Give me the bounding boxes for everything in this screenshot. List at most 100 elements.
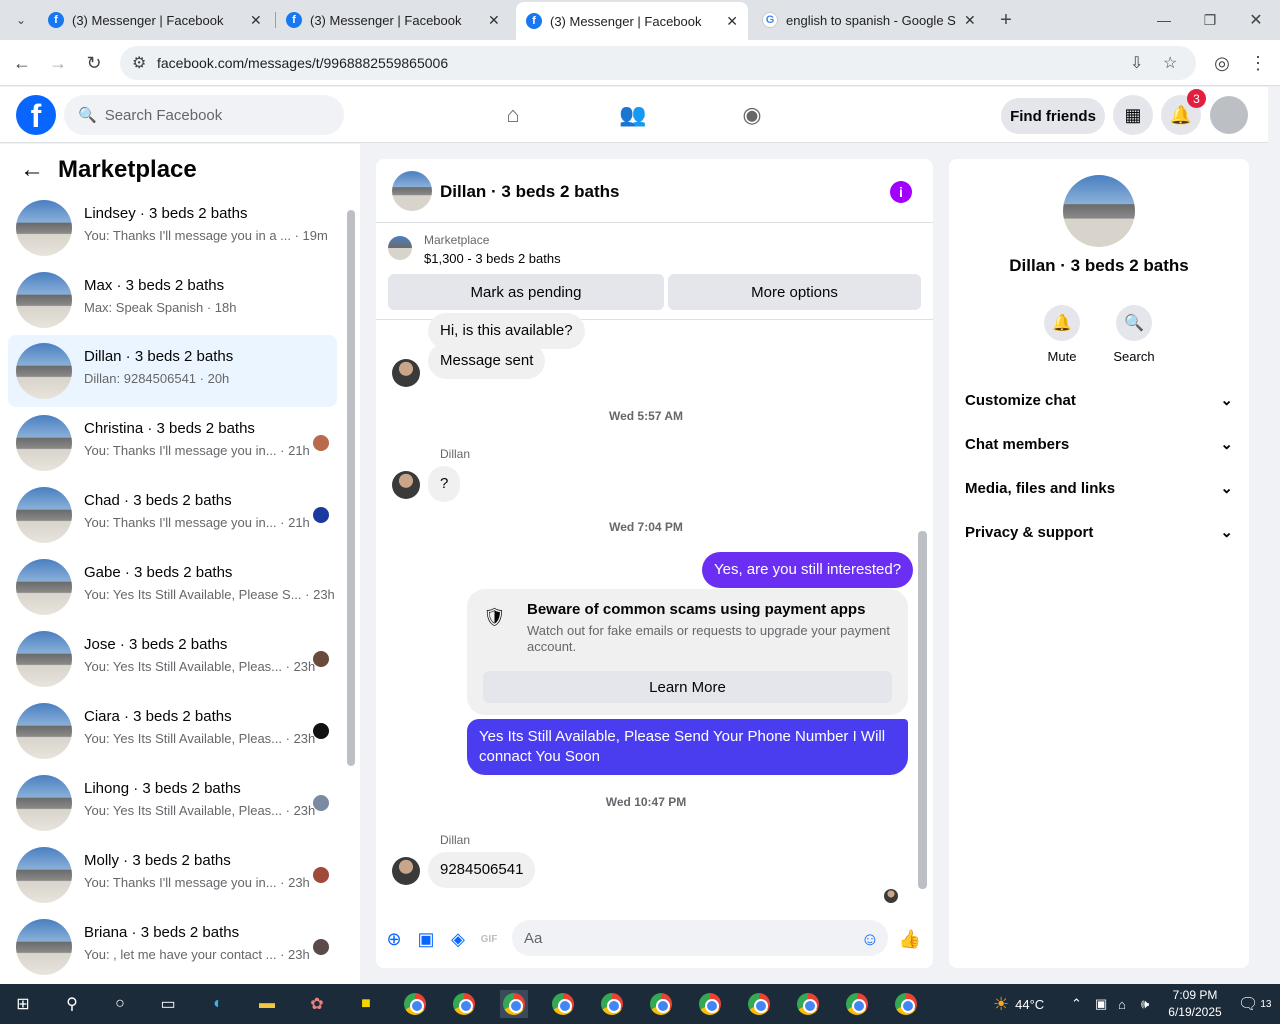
home-icon[interactable]: ⌂ <box>497 99 529 131</box>
sticker-icon[interactable]: ◈ <box>447 928 469 950</box>
tab-search-icon[interactable]: ⌄ <box>8 7 34 33</box>
message-input[interactable]: Aa <box>512 920 888 956</box>
app-icon[interactable]: ✿ <box>303 990 331 1018</box>
listing-thumbnail[interactable] <box>388 236 412 260</box>
sticky-notes-icon[interactable]: ■ <box>352 990 380 1018</box>
search-in-chat-button[interactable]: 🔍 Search <box>1104 305 1164 364</box>
chrome-icon[interactable] <box>647 990 675 1018</box>
forward-icon[interactable]: → <box>45 50 71 76</box>
conversation-item[interactable]: Lindsey · 3 beds 2 baths You: Thanks I'l… <box>8 192 337 264</box>
sender-name: Dillan <box>440 833 471 847</box>
emoji-icon[interactable]: ☺ <box>859 928 881 950</box>
close-tab-icon[interactable]: ✕ <box>964 12 976 29</box>
url-field[interactable]: ⚙ facebook.com/messages/t/99688825598650… <box>120 46 1196 80</box>
listing-price[interactable]: $1,300 - 3 beds 2 baths <box>424 251 561 266</box>
browser-tab-1[interactable]: f (3) Messenger | Facebook ✕ <box>38 0 274 40</box>
chat-title[interactable]: Dillan · 3 beds 2 baths <box>440 182 620 202</box>
mute-button[interactable]: 🔔 Mute <box>1032 305 1092 364</box>
clock[interactable]: 7:09 PM 6/19/2025 <box>1160 987 1230 1021</box>
chrome-icon[interactable] <box>794 990 822 1018</box>
friends-icon[interactable]: 👥 <box>617 99 649 131</box>
privacy-support-section[interactable]: Privacy & support ⌄ <box>965 512 1233 552</box>
menu-grid-icon[interactable]: ▦ <box>1113 95 1153 135</box>
chat-avatar[interactable] <box>392 171 432 211</box>
cortana-icon[interactable]: ○ <box>106 990 134 1018</box>
search-icon[interactable]: ⚲ <box>58 990 86 1018</box>
minimize-icon[interactable]: — <box>1151 7 1177 33</box>
sidebar-scrollbar[interactable] <box>347 210 355 766</box>
bookmark-star-icon[interactable]: ☆ <box>1163 46 1177 80</box>
windows-start-icon[interactable]: ⊞ <box>9 990 37 1018</box>
sender-avatar[interactable] <box>392 471 420 499</box>
profile-avatar[interactable] <box>1063 175 1135 247</box>
sender-avatar[interactable] <box>392 857 420 885</box>
conversation-item-selected[interactable]: Dillan · 3 beds 2 baths Dillan: 92845065… <box>8 335 337 407</box>
profile-icon[interactable]: ◎ <box>1209 50 1235 76</box>
network-icon[interactable]: ▣ <box>1095 984 1107 1024</box>
conversation-item[interactable]: Max · 3 beds 2 baths Max: Speak Spanish … <box>8 264 337 336</box>
browser-tab-4[interactable]: G english to spanish - Google Search ✕ <box>752 0 988 40</box>
reload-icon[interactable]: ↻ <box>81 50 107 76</box>
conversation-item[interactable]: Chad · 3 beds 2 baths You: Thanks I'll m… <box>8 479 337 551</box>
chrome-icon[interactable] <box>500 990 528 1018</box>
notification-center-icon[interactable]: 🗨 13 <box>1238 984 1271 1024</box>
conversation-item[interactable]: Molly · 3 beds 2 baths You: Thanks I'll … <box>8 839 337 911</box>
account-avatar[interactable] <box>1210 96 1248 134</box>
edge-icon[interactable]: ◐ <box>204 990 232 1018</box>
task-view-icon[interactable]: ▭ <box>154 990 182 1018</box>
message-bubble-incoming: 9284506541 <box>428 852 536 888</box>
wifi-icon[interactable]: ⌂ <box>1118 984 1126 1024</box>
facebook-search-input[interactable]: 🔍 Search Facebook <box>64 95 344 135</box>
customize-chat-section[interactable]: Customize chat ⌄ <box>965 380 1233 420</box>
mark-as-pending-button[interactable]: Mark as pending <box>388 274 664 310</box>
chrome-icon[interactable] <box>598 990 626 1018</box>
back-icon[interactable]: ← <box>9 50 35 76</box>
volume-icon[interactable]: 🕪 <box>1141 984 1149 1024</box>
tray-chevron-icon[interactable]: ⌃ <box>1071 984 1082 1024</box>
chrome-icon[interactable] <box>549 990 577 1018</box>
like-thumb-icon[interactable]: 👍 <box>899 928 921 950</box>
menu-dots-icon[interactable]: ⋮ <box>1245 50 1271 76</box>
learn-more-button[interactable]: Learn More <box>483 671 892 703</box>
sender-avatar[interactable] <box>392 359 420 387</box>
restore-icon[interactable]: ❐ <box>1197 7 1223 33</box>
conversation-item[interactable]: Ciara · 3 beds 2 baths You: Yes Its Stil… <box>8 695 337 767</box>
media-files-links-section[interactable]: Media, files and links ⌄ <box>965 468 1233 508</box>
groups-icon[interactable]: ◉ <box>736 99 768 131</box>
conversation-item[interactable]: Briana · 3 beds 2 baths You: , let me ha… <box>8 911 337 983</box>
chrome-icon[interactable] <box>401 990 429 1018</box>
conversation-item[interactable]: Gabe · 3 beds 2 baths You: Yes Its Still… <box>8 551 337 623</box>
new-tab-icon[interactable]: + <box>993 7 1019 33</box>
close-window-icon[interactable]: ✕ <box>1243 7 1269 33</box>
close-tab-icon[interactable]: ✕ <box>250 12 262 29</box>
plus-icon[interactable]: ⊕ <box>383 928 405 950</box>
close-tab-icon[interactable]: ✕ <box>726 13 738 30</box>
gif-icon[interactable]: GIF <box>478 928 500 950</box>
chat-members-section[interactable]: Chat members ⌄ <box>965 424 1233 464</box>
browser-tab-3-active[interactable]: f (3) Messenger | Facebook ✕ <box>516 2 748 40</box>
find-friends-button[interactable]: Find friends <box>1001 98 1105 134</box>
close-tab-icon[interactable]: ✕ <box>488 12 500 29</box>
thread-scrollbar[interactable] <box>918 531 927 889</box>
search-icon: 🔍 <box>78 107 97 124</box>
site-info-icon[interactable]: ⚙ <box>132 46 146 80</box>
info-icon[interactable]: i <box>890 181 912 203</box>
chrome-icon[interactable] <box>892 990 920 1018</box>
chrome-icon[interactable] <box>696 990 724 1018</box>
conversation-item[interactable]: Lihong · 3 beds 2 baths You: Yes Its Sti… <box>8 767 337 839</box>
file-explorer-icon[interactable]: ▬ <box>253 990 281 1018</box>
weather-widget[interactable]: ☀ 44°C <box>993 984 1044 1024</box>
back-arrow-icon[interactable]: ← <box>20 156 44 184</box>
message-placeholder: Aa <box>524 929 543 947</box>
chrome-icon[interactable] <box>450 990 478 1018</box>
conversation-item[interactable]: Jose · 3 beds 2 baths You: Yes Its Still… <box>8 623 337 695</box>
chrome-icon[interactable] <box>843 990 871 1018</box>
address-bar-row: ← → ↻ ⚙ facebook.com/messages/t/99688825… <box>0 40 1280 86</box>
more-options-button[interactable]: More options <box>668 274 921 310</box>
conversation-item[interactable]: Christina · 3 beds 2 baths You: Thanks I… <box>8 407 337 479</box>
install-app-icon[interactable]: ⇩ <box>1130 46 1143 80</box>
photo-icon[interactable]: ▣ <box>415 928 437 950</box>
facebook-logo-icon[interactable]: f <box>16 95 56 135</box>
chrome-icon[interactable] <box>745 990 773 1018</box>
browser-tab-2[interactable]: f (3) Messenger | Facebook ✕ <box>276 0 512 40</box>
